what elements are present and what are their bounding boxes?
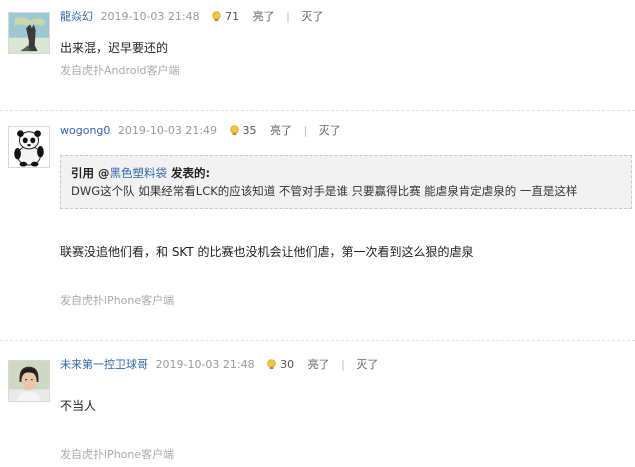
light-count-value: 30 [280,358,295,371]
quote-author-link[interactable]: 黑色塑料袋 [110,166,168,180]
avatar[interactable] [8,126,50,168]
panda-avatar-icon [9,127,49,167]
comment-text: 出来混，迟早要还的 [60,41,169,55]
light-count: 30 [266,358,294,371]
quote-text: DWG这个队 如果经常看LCK的应该知道 不管对手是谁 只要赢得比赛 能虐泉肯定… [71,184,578,198]
comment-text: 联赛没追他们看，和 SKT 的比赛也没机会让他们虐，第一次看到这么狠的虐泉 [60,245,474,259]
comment-meta: 龍焱幻 2019-10-03 21:48 71 亮了 | 灭了 [60,10,323,24]
dislike-button[interactable]: 灭了 [356,358,378,371]
quote-prefix: 引用 @ [71,166,110,180]
like-button[interactable]: 亮了 [308,358,330,371]
person-avatar-icon [9,361,49,401]
comment-meta: 未来第一控卫球哥 2019-10-03 21:48 30 亮了 | 灭了 [60,358,378,372]
divider-bar: | [303,124,308,137]
quote-suffix: 发表的: [167,166,211,180]
dislike-button[interactable]: 灭了 [319,124,341,137]
light-bulb-icon [229,125,239,136]
light-count: 35 [229,124,257,137]
avatar[interactable] [8,360,50,402]
post-time: 2019-10-03 21:48 [100,10,200,23]
avatar[interactable] [8,12,50,54]
comment-meta: wogong0 2019-10-03 21:49 35 亮了 | 灭了 [60,124,341,138]
client-source: 发自虎扑iPhone客户端 [60,294,175,307]
like-button[interactable]: 亮了 [253,10,275,23]
quote-header: 引用 @黑色塑料袋 发表的: [71,164,621,182]
username-link[interactable]: wogong0 [60,124,110,137]
post-time: 2019-10-03 21:48 [155,358,255,371]
wolf-avatar-icon [9,13,49,53]
client-source: 发自虎扑Android客户端 [60,64,180,77]
comment-text: 不当人 [60,399,97,413]
light-bulb-icon [212,11,221,22]
username-link[interactable]: 未来第一控卫球哥 [60,358,148,371]
light-bulb-icon [267,359,276,370]
light-count-value: 71 [225,10,240,23]
divider-bar: | [286,10,290,23]
client-source: 发自虎扑iPhone客户端 [60,448,175,461]
comment-divider [0,110,635,111]
quote-block: 引用 @黑色塑料袋 发表的: DWG这个队 如果经常看LCK的应该知道 不管对手… [60,155,632,209]
username-link[interactable]: 龍焱幻 [60,10,93,23]
dislike-button[interactable]: 灭了 [301,10,323,23]
like-button[interactable]: 亮了 [270,124,292,137]
divider-bar: | [341,358,345,371]
post-time: 2019-10-03 21:49 [117,124,218,137]
light-count: 71 [211,10,239,23]
light-count-value: 35 [242,124,257,137]
comment-divider [0,340,635,341]
comment-thread: 龍焱幻 2019-10-03 21:48 71 亮了 | 灭了 出来混，迟早要还… [0,0,635,467]
